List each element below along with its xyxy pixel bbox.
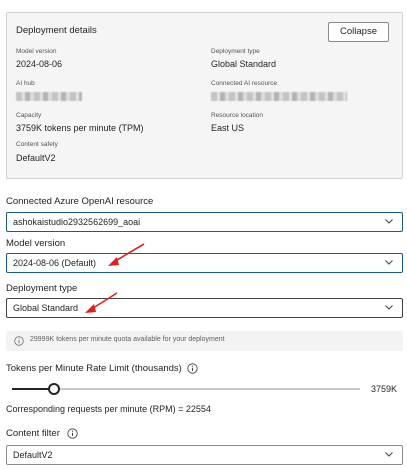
details-title: Deployment details <box>16 25 97 36</box>
resource-location-value: East US <box>211 123 245 133</box>
model-version-value: 2024-08-06 <box>16 59 63 69</box>
chevron-down-icon <box>385 452 393 457</box>
content-filter-selected: DefaultV2 <box>13 450 53 460</box>
capacity-value: 3759K tokens per minute (TPM) <box>16 123 144 133</box>
content-safety-label: Content safety <box>16 141 58 148</box>
model-version-dropdown[interactable]: 2024-08-06 (Default) <box>6 253 403 273</box>
ai-hub-label: AI hub <box>16 80 35 87</box>
deployment-type-selected: Global Standard <box>13 303 79 313</box>
chevron-down-icon <box>385 219 393 224</box>
connected-resource-value: ashokaistudio2932562699_aoai <box>13 217 141 227</box>
ai-hub-redacted-value <box>16 92 82 101</box>
quota-info-text: 29999K tokens per minute quota available… <box>30 336 225 343</box>
connected-ai-resource-label: Connected AI resource <box>211 80 278 87</box>
deployment-type-value: Global Standard <box>211 59 277 69</box>
capacity-label: Capacity <box>16 112 42 119</box>
content-filter-dropdown[interactable]: DefaultV2 <box>6 445 403 465</box>
connected-resource-label: Connected Azure OpenAI resource <box>6 196 154 207</box>
connected-resource-dropdown[interactable]: ashokaistudio2932562699_aoai <box>6 212 403 232</box>
deployment-details-panel: Deployment details Collapse Model versio… <box>6 12 403 179</box>
info-icon <box>14 336 24 346</box>
model-version-label: Model version <box>16 48 57 55</box>
resource-location-label: Resource location <box>211 112 264 119</box>
content-safety-value: DefaultV2 <box>16 153 56 163</box>
deployment-type-label: Deployment type <box>211 48 260 55</box>
rate-limit-max-value: 3759K <box>370 384 397 394</box>
rate-limit-slider-track[interactable] <box>12 383 360 395</box>
chevron-down-icon <box>385 260 393 265</box>
collapse-button[interactable]: Collapse <box>328 22 389 42</box>
info-icon[interactable] <box>67 428 78 439</box>
quota-info-bar: 29999K tokens per minute quota available… <box>6 331 403 351</box>
info-icon[interactable] <box>187 363 198 374</box>
chevron-down-icon <box>385 305 393 310</box>
deployment-type-dropdown[interactable]: Global Standard <box>6 298 403 318</box>
content-filter-label: Content filter <box>6 428 60 439</box>
rate-limit-slider-thumb[interactable] <box>47 383 60 395</box>
model-version-selected: 2024-08-06 (Default) <box>13 258 97 268</box>
rate-limit-label: Tokens per Minute Rate Limit (thousands) <box>6 363 182 374</box>
deployment-type-section-label: Deployment type <box>6 283 78 294</box>
rpm-text: Corresponding requests per minute (RPM) … <box>6 404 211 414</box>
model-version-section-label: Model version <box>6 238 66 249</box>
connected-ai-resource-redacted-value <box>211 92 347 101</box>
